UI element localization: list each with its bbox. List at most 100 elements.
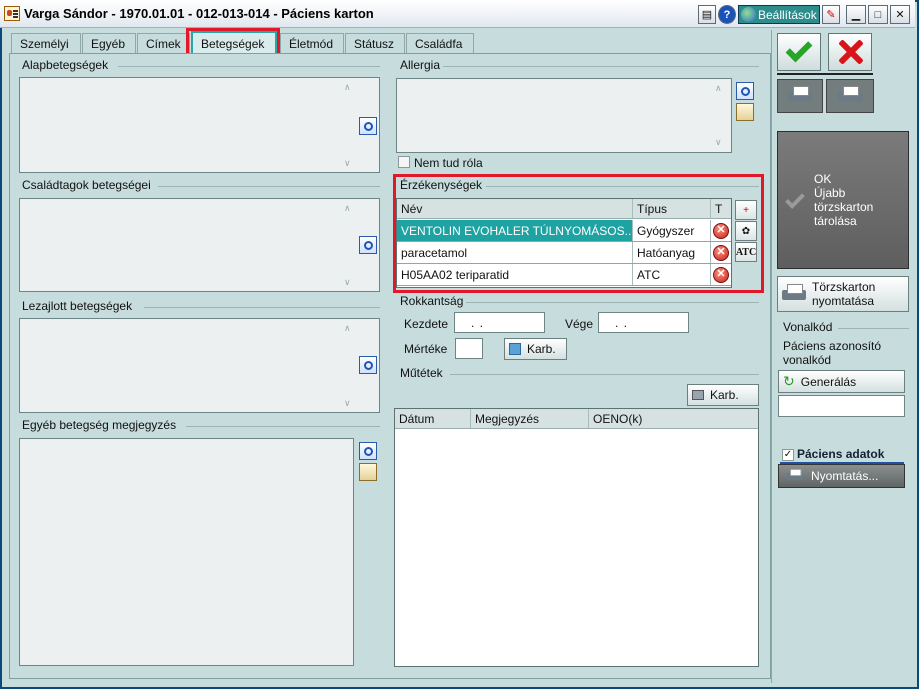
- print-patient-button[interactable]: Nyomtatás...: [778, 464, 905, 488]
- edit-icon[interactable]: [736, 103, 754, 121]
- divider: [838, 328, 909, 329]
- column-header-oeno[interactable]: OENO(k): [589, 409, 757, 428]
- scrollbar[interactable]: ∧ ∨: [342, 321, 356, 410]
- scrollbar[interactable]: ∧ ∨: [342, 80, 356, 170]
- divider: [118, 66, 380, 67]
- printer-icon: [782, 284, 806, 304]
- scrollbar[interactable]: ∧ ∨: [713, 81, 727, 151]
- tab-addresses[interactable]: Címek: [137, 33, 190, 53]
- wheelchair-icon: [509, 343, 521, 355]
- closed-diseases-textbox[interactable]: ∧ ∨: [19, 318, 380, 413]
- divider: [777, 73, 873, 75]
- divider: [466, 302, 759, 303]
- end-date-label: Vége: [565, 317, 594, 331]
- print-card-button[interactable]: Törzskarton nyomtatása: [777, 276, 909, 312]
- print-icon[interactable]: ▤: [698, 5, 716, 24]
- degree-field[interactable]: [455, 338, 483, 359]
- maximize-button[interactable]: □: [868, 5, 888, 24]
- print-icon-button[interactable]: [826, 79, 874, 113]
- allergy-textbox[interactable]: ∧ ∨: [396, 78, 732, 153]
- printer-icon: [838, 86, 862, 106]
- save-button[interactable]: [777, 33, 821, 71]
- ok-label: OK: [814, 172, 832, 186]
- tab-other[interactable]: Egyéb: [82, 33, 136, 53]
- divider: [158, 186, 380, 187]
- degree-label: Mértéke: [404, 342, 448, 356]
- ok-line4: tárolása: [814, 214, 857, 228]
- unknown-allergy-checkbox[interactable]: [398, 156, 410, 168]
- table-header: Dátum Megjegyzés OENO(k): [395, 409, 758, 429]
- end-date-field[interactable]: . .: [598, 312, 689, 333]
- print-card-line2: nyomtatása: [812, 294, 875, 308]
- magnifier-icon: [788, 86, 812, 106]
- ok-line3: törzskarton: [814, 200, 874, 214]
- printer-icon: [786, 469, 804, 483]
- other-note-label: Egyéb betegség megjegyzés: [22, 418, 177, 432]
- generate-button[interactable]: ↻ Generálás: [778, 370, 905, 393]
- divider: [144, 307, 380, 308]
- print-card-line1: Törzskarton: [812, 280, 876, 294]
- sensitivities-highlight: [393, 174, 764, 293]
- barcode-field[interactable]: [778, 395, 905, 417]
- barcode-title: Vonalkód: [783, 320, 833, 334]
- search-icon[interactable]: [359, 442, 377, 460]
- tab-lifestyle[interactable]: Életmód: [280, 33, 344, 53]
- search-icon[interactable]: [359, 117, 377, 135]
- tab-personal[interactable]: Személyi: [11, 33, 81, 53]
- surgeries-label: Műtétek: [400, 366, 443, 380]
- family-diseases-textbox[interactable]: ∧ ∨: [19, 198, 380, 292]
- settings-label: Beállítások: [758, 7, 817, 22]
- checkmark-icon: [785, 189, 805, 209]
- disability-edit-button[interactable]: Karb.: [504, 338, 567, 360]
- other-note-textbox[interactable]: [19, 438, 354, 666]
- search-icon[interactable]: [359, 236, 377, 254]
- tab-status[interactable]: Státusz: [345, 33, 405, 53]
- edit-icon[interactable]: [359, 463, 377, 481]
- allergy-label: Allergia: [400, 58, 441, 72]
- ok-button-text: OK Újabb törzskarton tárolása: [814, 172, 873, 228]
- divider: [450, 374, 759, 375]
- disability-label: Rokkantság: [400, 294, 464, 308]
- edit-label: Karb.: [527, 342, 556, 356]
- close-button[interactable]: ✕: [890, 5, 910, 24]
- family-diseases-label: Családtagok betegségei: [22, 178, 151, 192]
- print-patient-label: Nyomtatás...: [811, 469, 879, 483]
- minimize-button[interactable]: ▁: [846, 5, 866, 24]
- patient-data-label: Páciens adatok: [797, 447, 885, 461]
- surgeries-edit-button[interactable]: Karb.: [687, 384, 759, 406]
- column-header-note[interactable]: Megjegyzés: [471, 409, 589, 428]
- refresh-icon: ↻: [783, 373, 795, 389]
- scrollbar[interactable]: ∧ ∨: [342, 201, 356, 289]
- pin-icon[interactable]: ✎: [822, 5, 840, 24]
- start-date-field[interactable]: . .: [454, 312, 545, 333]
- divider: [186, 426, 380, 427]
- start-date-label: Kezdete: [404, 317, 449, 331]
- basic-diseases-textbox[interactable]: ∧ ∨: [19, 77, 380, 173]
- help-icon[interactable]: ?: [718, 5, 736, 24]
- barcode-desc-line2: vonalkód: [783, 353, 832, 367]
- wrench-icon: [692, 390, 704, 400]
- cancel-button[interactable]: [828, 33, 872, 71]
- checkmark-icon: [785, 35, 813, 63]
- ok-line2: Újabb: [814, 186, 846, 200]
- window-title: Varga Sándor - 1970.01.01 - 012-013-014 …: [24, 6, 374, 21]
- close-icon: [837, 39, 863, 65]
- title-bar[interactable]: Varga Sándor - 1970.01.01 - 012-013-014 …: [0, 0, 915, 28]
- surgeries-table[interactable]: Dátum Megjegyzés OENO(k): [394, 408, 759, 667]
- ok-save-new-button[interactable]: OK Újabb törzskarton tárolása: [777, 131, 909, 269]
- search-icon[interactable]: [736, 82, 754, 100]
- print-card-text: Törzskarton nyomtatása: [812, 280, 875, 308]
- preview-button[interactable]: [777, 79, 823, 113]
- globe-icon: [741, 7, 756, 22]
- tab-family-tree[interactable]: Családfa: [406, 33, 474, 53]
- barcode-description: Páciens azonosító vonalkód: [783, 339, 881, 367]
- column-header-date[interactable]: Dátum: [395, 409, 471, 428]
- patient-data-checkbox[interactable]: ✓: [782, 449, 794, 461]
- basic-diseases-label: Alapbetegségek: [22, 58, 109, 72]
- closed-diseases-label: Lezajlott betegségek: [22, 299, 133, 313]
- patient-card-icon: [4, 6, 20, 21]
- settings-button[interactable]: Beállítások: [738, 5, 820, 24]
- search-icon[interactable]: [359, 356, 377, 374]
- unknown-allergy-label: Nem tud róla: [414, 156, 483, 170]
- barcode-desc-line1: Páciens azonosító: [783, 339, 882, 353]
